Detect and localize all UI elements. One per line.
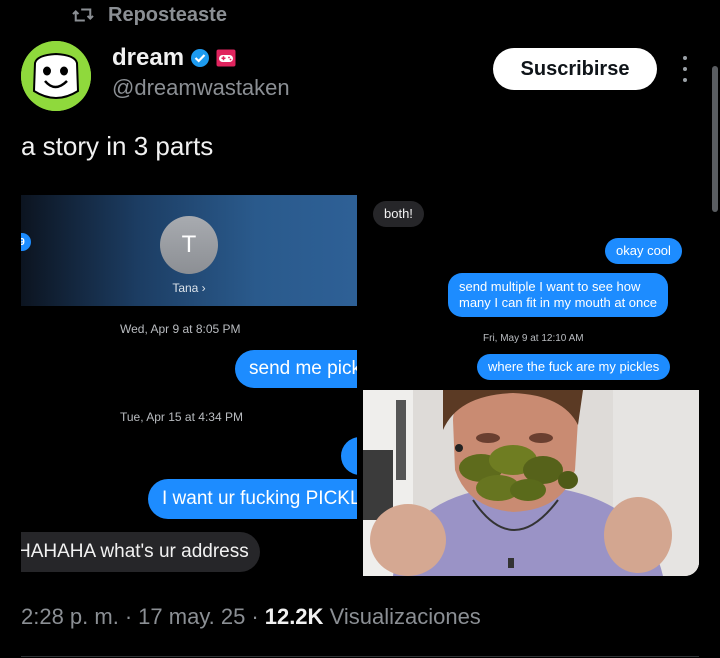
post-date[interactable]: 17 may. 25 xyxy=(138,604,245,630)
contact-avatar: T xyxy=(160,216,218,274)
scrollbar[interactable] xyxy=(712,66,718,212)
unread-badge: 9 xyxy=(21,233,31,251)
separator: · xyxy=(124,604,133,629)
message-bubble-sent: where the fuck are my pickles xyxy=(477,354,671,380)
timestamp: Tue, Apr 15 at 4:34 PM xyxy=(120,410,243,424)
repost-label: Reposteaste xyxy=(108,3,227,26)
subscribe-button[interactable]: Suscribirse xyxy=(493,48,657,90)
author-handle[interactable]: @dreamwastaken xyxy=(112,75,290,101)
divider xyxy=(21,656,699,657)
post-time[interactable]: 2:28 p. m. xyxy=(21,604,119,630)
tweet-metadata: 2:28 p. m. · 17 may. 25 · 12.2K Visualiz… xyxy=(21,604,481,630)
repost-icon xyxy=(72,8,94,22)
contact-header: 9 T Tana › xyxy=(21,195,357,306)
tweet-text: a story in 3 parts xyxy=(21,131,214,161)
more-options-icon[interactable] xyxy=(678,56,692,82)
media-image-right-top[interactable]: both! okay cool send multiple I want to … xyxy=(363,195,699,388)
views[interactable]: 12.2K Visualizaciones xyxy=(265,604,481,630)
message-bubble-received: HAHAHA what's ur address xyxy=(21,532,260,572)
timestamp: Fri, May 9 at 12:10 AM xyxy=(483,333,584,344)
separator: · xyxy=(251,604,259,629)
photo-illustration xyxy=(363,390,699,576)
contact-name: Tana › xyxy=(172,281,206,295)
message-bubble-received: both! xyxy=(373,201,424,227)
message-bubble-sent: okay cool xyxy=(605,238,682,264)
verified-badge-icon xyxy=(191,49,210,67)
message-bubble-sent: I want ur fucking PICKLES xyxy=(148,479,357,519)
repost-indicator[interactable]: Reposteaste xyxy=(72,2,227,28)
media-photo-man-with-pickles[interactable] xyxy=(363,390,699,576)
author-name-row[interactable]: dream xyxy=(112,44,236,72)
message-bubble-sent-partial xyxy=(341,437,357,475)
author-name[interactable]: dream xyxy=(112,44,184,72)
timestamp: Wed, Apr 9 at 8:05 PM xyxy=(120,322,241,336)
smiley-face-avatar-icon xyxy=(21,41,91,111)
message-bubble-sent: send me pickles xyxy=(235,350,357,388)
gamepad-icon xyxy=(216,49,236,67)
media-image-left[interactable]: 9 T Tana › Wed, Apr 9 at 8:05 PM send me… xyxy=(21,195,357,580)
avatar[interactable] xyxy=(21,41,91,111)
message-bubble-sent: send multiple I want to see how many I c… xyxy=(448,273,668,317)
